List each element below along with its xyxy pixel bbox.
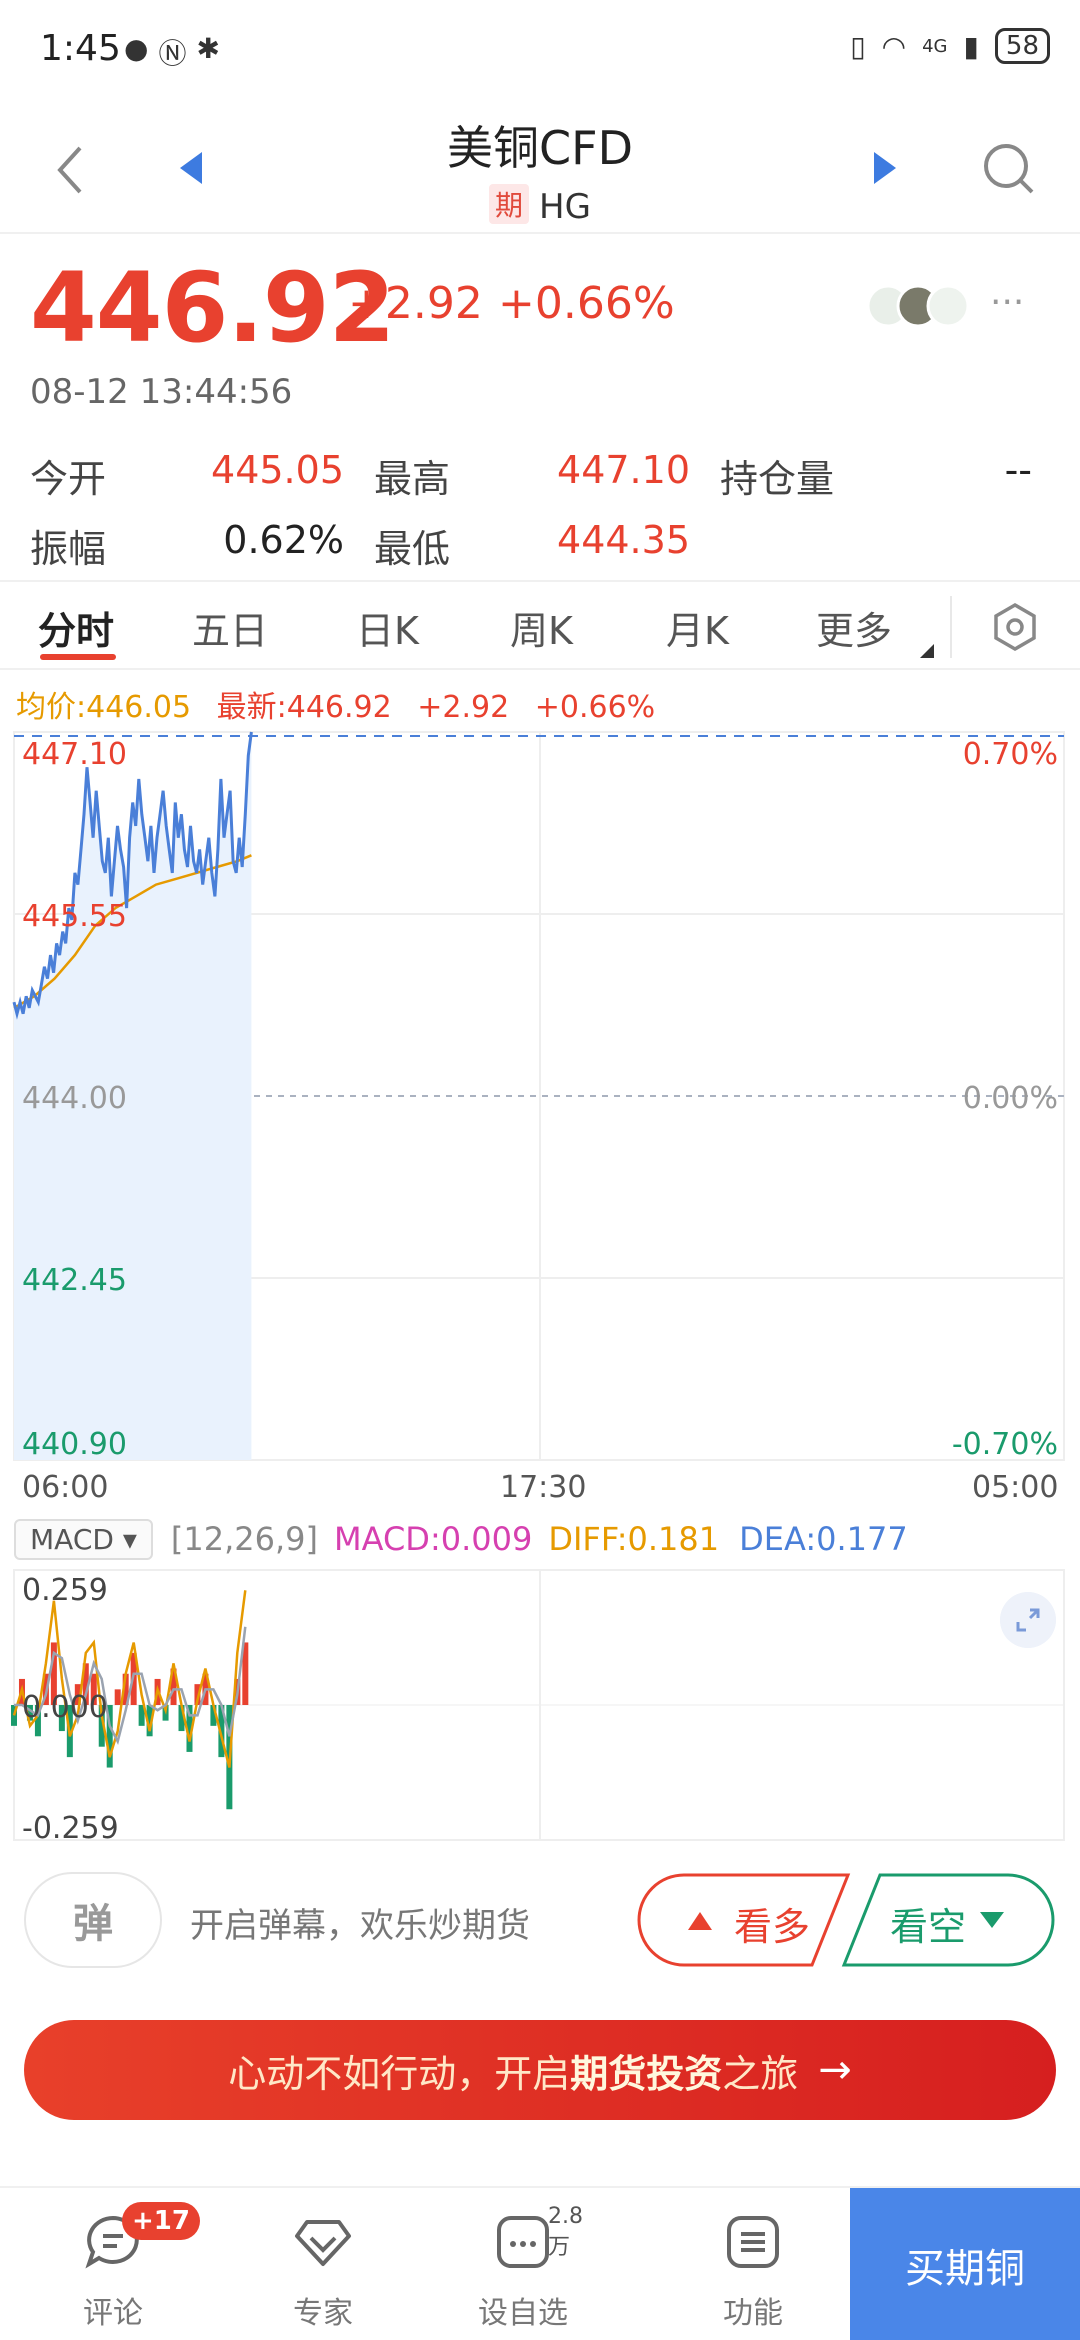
vibrate-icon: ▯ <box>850 29 866 63</box>
status-bar: 1:45 ● Ⓝ ✱ ▯ ◠ 4G ▮ 58 <box>0 0 1080 100</box>
nfc-icon: Ⓝ <box>158 37 187 70</box>
nav-comments[interactable]: +17 评论 <box>38 2188 200 2340</box>
tab-daily-k[interactable]: 日K <box>356 600 419 655</box>
status-icons-right: ▯ ◠ 4G ▮ 58 <box>850 28 1050 64</box>
page-title: 美铜CFD <box>447 121 633 175</box>
macd-params: [12,26,9] <box>170 1520 319 1558</box>
buy-button-label: 买期铜 <box>905 2246 1025 2292</box>
macd-bar <box>114 1689 121 1705</box>
y-tick-left: 447.10 <box>22 737 127 772</box>
time-axis-end: 05:00 <box>972 1470 1059 1505</box>
macd-chart[interactable]: 0.259 0.000 -0.259 <box>0 1566 1080 1846</box>
nav-functions[interactable]: 功能 <box>678 2188 828 2340</box>
y-tick-left: 445.55 <box>22 899 127 934</box>
macd-value: MACD:0.009 <box>334 1520 533 1558</box>
expand-chart-icon[interactable] <box>1000 1592 1056 1648</box>
status-time: 1:45 <box>40 28 121 69</box>
y-tick-right: 0.70% <box>963 737 1058 772</box>
network-label: 4G <box>922 35 948 57</box>
bullish-button[interactable]: 看多 <box>636 1872 852 1968</box>
current-price: 446.92 <box>30 252 395 364</box>
dea-value: DEA:0.177 <box>739 1520 908 1558</box>
add-watchlist-icon <box>497 2216 549 2268</box>
header: 美铜CFD 期 HG <box>0 100 1080 234</box>
bluetooth-icon: ✱ <box>196 32 220 65</box>
low-label: 最低 <box>374 527 451 571</box>
time-axis-mid: 17:30 <box>500 1470 587 1505</box>
nav-watchlist-label: 设自选 <box>478 2296 568 2331</box>
tab-more[interactable]: 更多 <box>816 600 892 655</box>
macd-y-tick: 0.000 <box>22 1690 108 1725</box>
nav-comments-label: 评论 <box>83 2296 143 2331</box>
bearish-button[interactable]: 看空 <box>840 1872 1056 1968</box>
danmaku-toggle-button[interactable]: 弹 <box>24 1872 162 1968</box>
low-value: 444.35 <box>557 518 690 562</box>
arrow-right-icon: → <box>818 2047 852 2093</box>
bottom-nav: +17 评论 专家 2.8万 设自选 功能 买期铜 <box>0 2186 1080 2340</box>
price-change-pct: +0.66% <box>498 278 675 329</box>
tab-five-day[interactable]: 五日 <box>192 600 268 655</box>
macd-y-tick: 0.259 <box>22 1573 108 1608</box>
menu-list-icon <box>727 2216 779 2268</box>
quote-timestamp: 08-12 13:44:56 <box>30 372 293 412</box>
period-tabs: 分时 五日 日K 周K 月K 更多 <box>0 580 1080 670</box>
y-tick-right: 0.00% <box>963 1081 1058 1116</box>
tab-intraday[interactable]: 分时 <box>38 600 114 655</box>
comments-badge: +17 <box>122 2202 200 2240</box>
tab-active-indicator <box>40 654 116 660</box>
high-value: 447.10 <box>557 448 690 492</box>
battery-indicator: 58 <box>994 28 1050 64</box>
watchlist-count: 2.8万 <box>548 2204 583 2260</box>
indicator-selector-label: MACD <box>30 1522 114 1556</box>
time-axis-start: 06:00 <box>22 1470 109 1505</box>
y-tick-right: -0.70% <box>952 1427 1058 1462</box>
indicator-selector[interactable]: MACD ▾ <box>14 1518 153 1560</box>
tab-divider <box>950 596 952 658</box>
y-tick-left: 442.45 <box>22 1263 127 1298</box>
danmaku-prompt[interactable]: 开启弹幕，欢乐炒期货 <box>190 1898 530 1947</box>
settings-icon[interactable] <box>990 602 1040 652</box>
tab-weekly-k[interactable]: 周K <box>510 600 573 655</box>
open-value: 445.05 <box>211 448 344 492</box>
bullish-label: 看多 <box>734 1905 811 1949</box>
price-change: +2.92 <box>348 278 483 329</box>
futures-badge: 期 <box>489 184 530 224</box>
code-label: HG <box>539 187 591 227</box>
wifi-icon: ◠ <box>881 29 907 63</box>
banner-text-bold: 期货投资 <box>570 2051 723 2096</box>
diff-value: DIFF:0.181 <box>548 1520 720 1558</box>
macd-y-tick: -0.259 <box>22 1811 119 1846</box>
banner-text-post: 之旅 <box>722 2051 799 2096</box>
next-instrument-icon[interactable] <box>870 150 900 186</box>
intraday-chart[interactable]: 447.10 445.55 444.00 442.45 440.90 0.70% 0.00%… <box>0 720 1080 1540</box>
instrument-code: 期 HG <box>0 184 1080 227</box>
high-label: 最高 <box>374 457 451 501</box>
nav-functions-label: 功能 <box>723 2296 783 2331</box>
search-icon[interactable] <box>980 140 1036 196</box>
amplitude-label: 振幅 <box>30 527 107 571</box>
signal-icon: ▮ <box>963 29 979 63</box>
more-dropdown-icon <box>920 644 934 658</box>
nav-experts-label: 专家 <box>293 2296 353 2331</box>
amplitude-value: 0.62% <box>223 518 344 562</box>
y-tick-left: 440.90 <box>22 1427 127 1462</box>
diamond-icon <box>295 2220 351 2266</box>
app-notification-icon: ● <box>124 32 149 65</box>
banner-text-pre: 心动不如行动，开启 <box>228 2051 571 2096</box>
more-options-icon[interactable]: ··· <box>990 282 1024 323</box>
user-avatars[interactable] <box>864 282 974 330</box>
open-interest-value: -- <box>1004 448 1032 492</box>
open-interest-label: 持仓量 <box>720 457 835 501</box>
danmaku-button-label: 弹 <box>73 1901 113 1947</box>
status-icons-left: ● Ⓝ ✱ <box>124 32 220 72</box>
bearish-label: 看空 <box>890 1905 967 1949</box>
open-label: 今开 <box>30 457 107 501</box>
nav-experts[interactable]: 专家 <box>248 2188 398 2340</box>
buy-futures-button[interactable]: 买期铜 <box>850 2188 1080 2340</box>
y-tick-left: 444.00 <box>22 1081 127 1116</box>
macd-header: MACD ▾ [12,26,9] MACD:0.009 DIFF:0.181 D… <box>14 1516 908 1562</box>
tab-monthly-k[interactable]: 月K <box>666 600 729 655</box>
nav-watchlist[interactable]: 2.8万 设自选 <box>448 2188 598 2340</box>
promo-banner[interactable]: 心动不如行动，开启 期货投资 之旅 → <box>24 2020 1056 2120</box>
